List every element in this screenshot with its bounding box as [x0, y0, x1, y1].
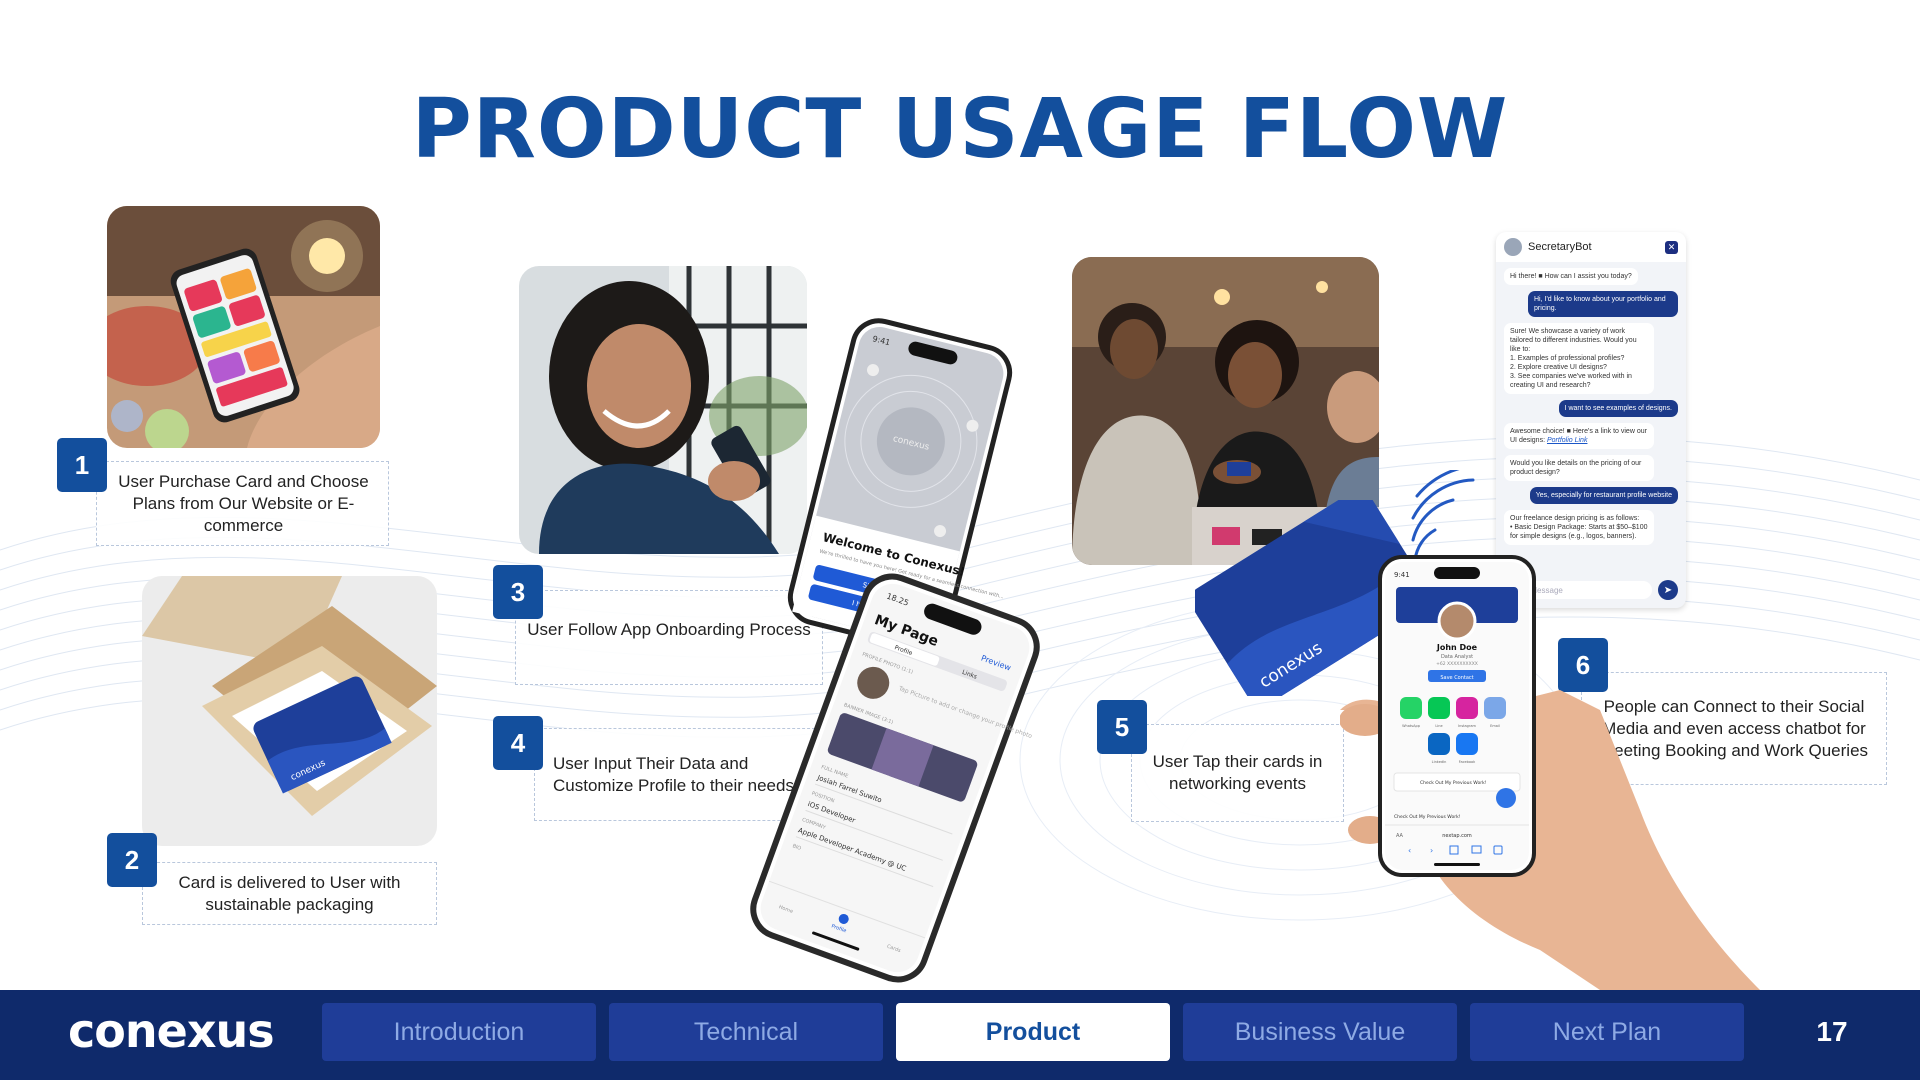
my-page-phone: 18.25 My Page Preview Profile Links PROF… — [730, 573, 1060, 983]
footer-nav: conexus Introduction Technical Product B… — [0, 990, 1920, 1080]
chat-message: Would you like details on the pricing of… — [1504, 455, 1654, 481]
profile-role: Data Analyst — [1441, 654, 1473, 660]
line-icon[interactable] — [1428, 697, 1450, 719]
chat-message: Hi, I'd like to know about your portfoli… — [1528, 291, 1678, 317]
browser-aa-button[interactable]: AA — [1396, 833, 1404, 839]
profile-phone: 9:41 John Doe Data Analyst +62 XXXXXXXXX… — [1378, 555, 1536, 877]
browser-back-icon[interactable]: ‹ — [1408, 846, 1411, 855]
tab-technical[interactable]: Technical — [609, 1003, 883, 1061]
page-title: PRODUCT USAGE FLOW — [411, 82, 1509, 177]
chatbot-panel: SecretaryBot ✕ Hi there! ■ How can I ass… — [1496, 232, 1686, 608]
chatbot-launcher-icon[interactable] — [1496, 788, 1516, 808]
step-1-text: User Purchase Card and Choose Plans from… — [118, 471, 369, 535]
instagram-label: Instagram — [1458, 724, 1476, 728]
profile-name: John Doe — [1436, 643, 1478, 652]
conexus-logo: conexus — [68, 1004, 275, 1058]
whatsapp-label: WhatsApp — [1402, 724, 1421, 728]
email-icon[interactable] — [1484, 697, 1506, 719]
chatbot-name: SecretaryBot — [1528, 240, 1592, 253]
chat-message: Yes, especially for restaurant profile w… — [1529, 487, 1678, 504]
instagram-icon[interactable] — [1456, 697, 1478, 719]
portfolio-link[interactable]: Portfolio Link — [1547, 437, 1587, 444]
whatsapp-icon[interactable] — [1400, 697, 1422, 719]
chat-message: Awesome choice! ■ Here's a link to view … — [1504, 423, 1654, 449]
step-1-description: User Purchase Card and Choose Plans from… — [96, 461, 389, 546]
browser-forward-icon[interactable]: › — [1430, 846, 1433, 855]
profile-phone-number: +62 XXXXXXXXXX — [1436, 661, 1478, 667]
linkedin-label: LinkedIn — [1432, 760, 1447, 764]
facebook-label: Facebook — [1459, 760, 1476, 764]
tab-next-plan[interactable]: Next Plan — [1470, 1003, 1744, 1061]
profile-work-caption: Check Out My Previous Work! — [1394, 814, 1461, 820]
tab-business-value[interactable]: Business Value — [1183, 1003, 1457, 1061]
facebook-icon[interactable] — [1456, 733, 1478, 755]
bot-avatar-icon — [1504, 238, 1522, 256]
step-2-badge: 2 — [107, 833, 157, 887]
profile-save-label: Save Contact — [1440, 675, 1473, 681]
chatbot-header: SecretaryBot ✕ — [1496, 232, 1686, 262]
tab-product[interactable]: Product — [896, 1003, 1170, 1061]
photo-shopping-app — [107, 206, 380, 448]
chat-message: I want to see examples of designs. — [1558, 400, 1678, 417]
step-3-badge: 3 — [493, 565, 543, 619]
photo-woman-phone — [519, 266, 807, 554]
step-2-description: Card is delivered to User with sustainab… — [142, 862, 437, 925]
profile-time: 9:41 — [1394, 571, 1410, 579]
email-label: Email — [1490, 724, 1500, 728]
step-4-badge: 4 — [493, 716, 543, 770]
chat-message: Hi there! ■ How can I assist you today? — [1504, 268, 1638, 285]
chat-messages: Hi there! ■ How can I assist you today? … — [1496, 262, 1686, 551]
step-5-description: User Tap their cards in networking event… — [1131, 724, 1344, 822]
linkedin-icon[interactable] — [1428, 733, 1450, 755]
step-5-badge: 5 — [1097, 700, 1147, 754]
step-5-text: User Tap their cards in networking event… — [1152, 752, 1323, 793]
tab-introduction[interactable]: Introduction — [322, 1003, 596, 1061]
chat-message: Our freelance design pricing is as follo… — [1504, 510, 1654, 545]
step-2-text: Card is delivered to User with sustainab… — [178, 872, 401, 914]
browser-url[interactable]: nextap.com — [1442, 833, 1472, 839]
send-icon[interactable]: ➤ — [1658, 580, 1678, 600]
profile-avatar — [1437, 601, 1477, 641]
close-icon[interactable]: ✕ — [1665, 240, 1678, 254]
step-1-badge: 1 — [57, 438, 107, 492]
profile-work-link[interactable]: Check Out My Previous Work! — [1420, 780, 1487, 786]
photo-card-packaging: conexus — [142, 576, 437, 846]
page-number: 17 — [1816, 1016, 1848, 1047]
line-label: Line — [1435, 724, 1442, 728]
chat-message: Sure! We showcase a variety of work tail… — [1504, 323, 1654, 394]
